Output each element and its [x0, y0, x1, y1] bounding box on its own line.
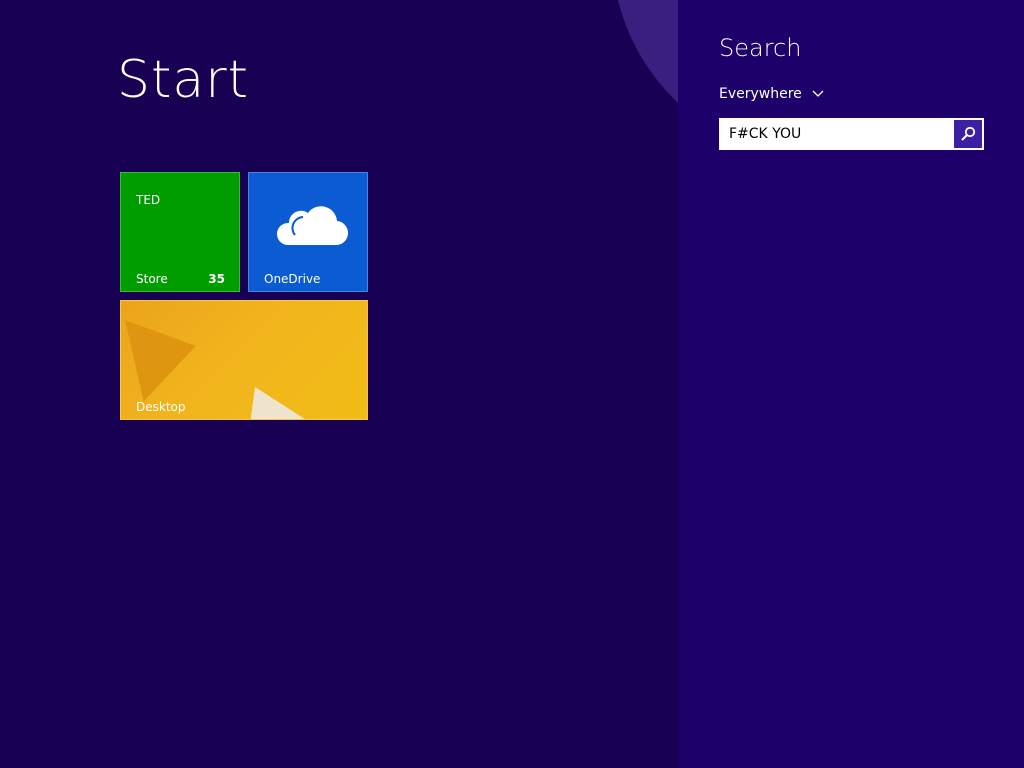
search-box — [719, 118, 984, 150]
desktop-wallpaper-shape — [249, 387, 325, 419]
start-screen: Start TED Store 35 OneDrive Desktop — [0, 0, 678, 768]
search-button[interactable] — [954, 120, 982, 148]
search-charm-pane: Search Everywhere — [678, 0, 1024, 768]
chevron-down-icon — [812, 90, 824, 97]
tile-onedrive[interactable]: OneDrive — [248, 172, 368, 292]
tile-store[interactable]: TED Store 35 — [120, 172, 240, 292]
magnifier-icon — [961, 126, 976, 141]
cloud-icon — [276, 206, 349, 246]
search-scope-dropdown[interactable]: Everywhere — [719, 86, 824, 102]
desktop-tile-label: Desktop — [136, 400, 186, 414]
tile-desktop[interactable]: Desktop — [120, 300, 368, 420]
store-tile-label: Store — [136, 272, 168, 286]
search-input[interactable] — [721, 120, 954, 148]
search-scope-label: Everywhere — [719, 86, 802, 102]
onedrive-tile-label: OneDrive — [264, 272, 321, 286]
desktop-wallpaper-shape — [121, 320, 196, 412]
search-pane-title: Search — [719, 34, 802, 62]
page-title: Start — [117, 50, 250, 110]
store-badge-count: 35 — [208, 272, 225, 286]
decorative-circle — [612, 0, 678, 160]
store-tile-live-text: TED — [136, 193, 161, 207]
